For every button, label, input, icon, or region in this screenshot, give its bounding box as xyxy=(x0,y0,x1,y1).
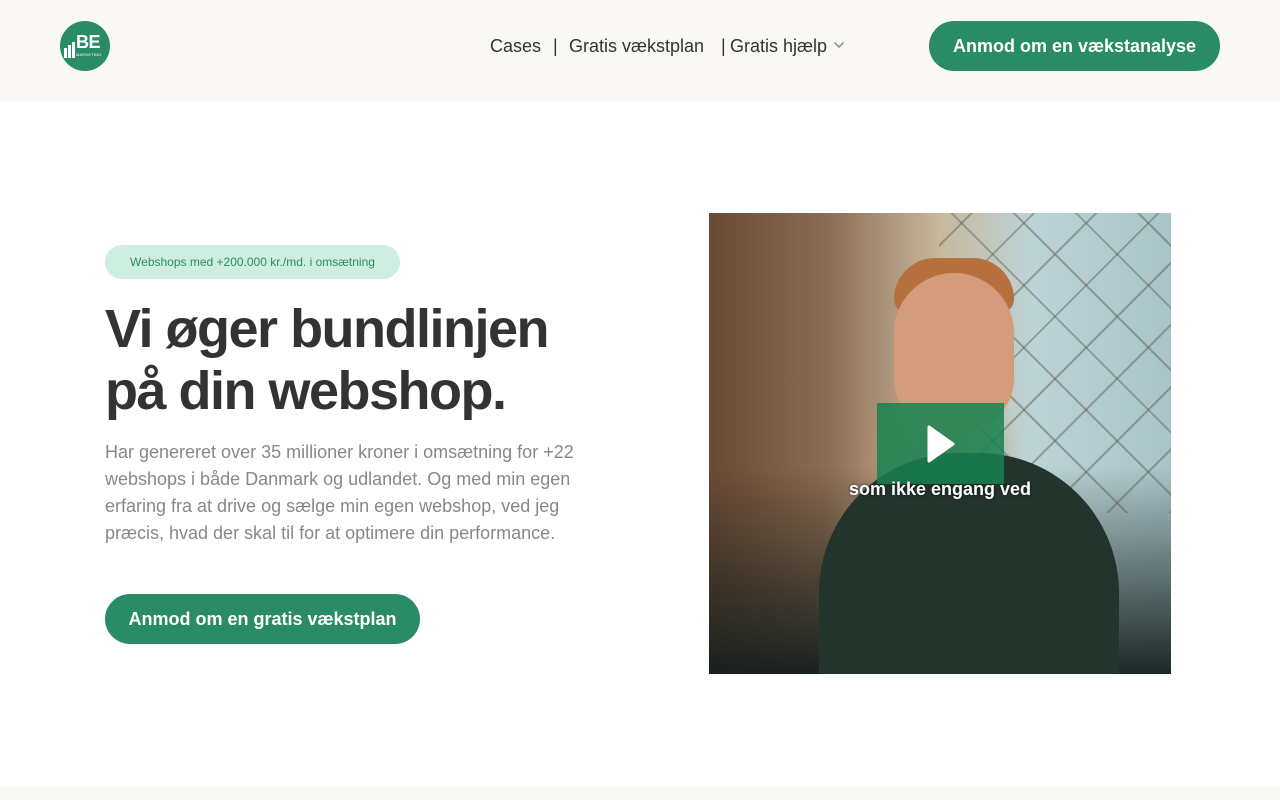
request-growth-analysis-button[interactable]: Anmod om en vækstanalyse xyxy=(929,21,1220,71)
section-divider xyxy=(0,787,1280,800)
target-badge: Webshops med +200.000 kr./md. i omsætnin… xyxy=(105,245,400,279)
video-player[interactable]: som ikke engang ved xyxy=(709,213,1171,674)
nav-separator: | xyxy=(553,36,558,56)
headline-line-1: Vi øger bundlinjen xyxy=(105,299,550,359)
hero-description: Har genereret over 35 millioner kroner i… xyxy=(105,442,574,543)
nav-gratis-hjaelp[interactable]: Gratis hjælp xyxy=(730,33,827,59)
headline-line-2: på din webshop. xyxy=(105,361,507,421)
request-free-growth-plan-button[interactable]: Anmod om en gratis vækstplan xyxy=(105,594,420,644)
play-button[interactable] xyxy=(877,403,1004,484)
nav-separator: | xyxy=(721,36,726,56)
hero-headline: Vi øger bundlinjen på din webshop. xyxy=(105,298,625,422)
chevron-down-icon[interactable] xyxy=(833,39,845,51)
nav-gratis-vaekstplan[interactable]: Gratis vækstplan xyxy=(569,33,704,59)
play-icon xyxy=(927,425,955,463)
video-subtitle: som ikke engang ved xyxy=(848,479,1032,499)
nav-cases[interactable]: Cases xyxy=(490,33,541,59)
site-header: BE MARKETING Cases | Gratis vækstplan | … xyxy=(0,0,1280,102)
